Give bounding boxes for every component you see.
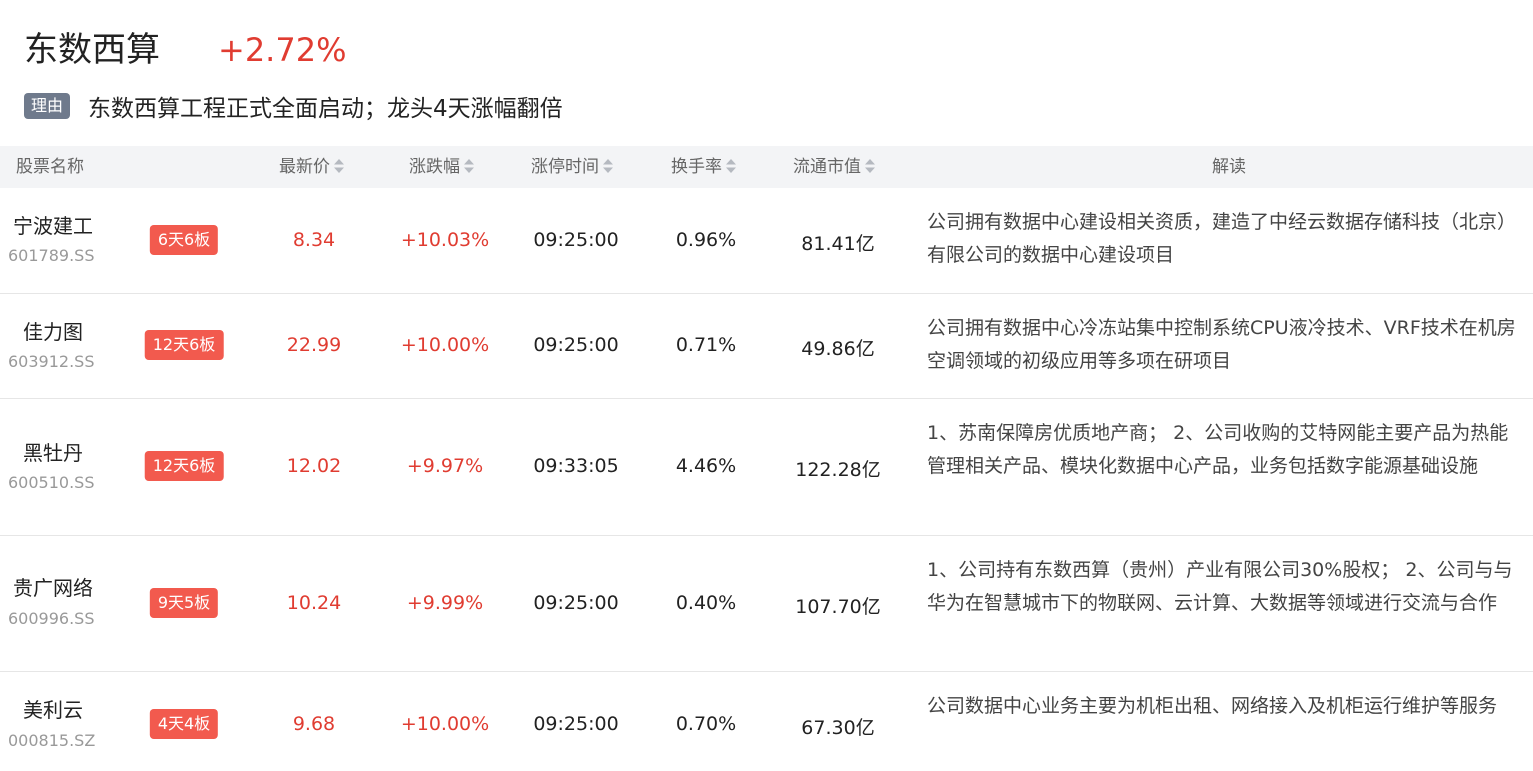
latest-price: 22.99 xyxy=(286,334,342,356)
stock-code: 000815.SZ xyxy=(8,731,96,750)
limit-up-badge: 4天4板 xyxy=(149,709,219,739)
latest-price: 12.02 xyxy=(286,455,342,477)
sector-name: 东数西算 xyxy=(24,30,160,70)
limit-up-badge: 6天6板 xyxy=(149,225,219,255)
limit-up-time: 09:25:00 xyxy=(533,229,619,251)
analysis-text: 1、苏南保障房优质地产商； 2、公司收购的艾特网能主要产品为热能管理相关产品、模… xyxy=(927,422,1509,477)
stock-code: 601789.SS xyxy=(8,246,95,265)
sort-icon[interactable] xyxy=(724,157,738,175)
limit-up-badge: 9天5板 xyxy=(149,588,219,618)
table-row[interactable]: 宁波建工 601789.SS 6天6板 8.34 +10.03% 09:25:0… xyxy=(0,188,1533,294)
column-header-market-cap[interactable]: 流通市值 xyxy=(793,146,877,188)
stock-name[interactable]: 佳力图 xyxy=(8,316,98,345)
stock-code: 600996.SS xyxy=(8,609,95,628)
turnover-rate: 0.71% xyxy=(675,334,737,356)
column-header-turnover[interactable]: 换手率 xyxy=(671,146,738,188)
sort-icon[interactable] xyxy=(332,157,346,175)
latest-price: 9.68 xyxy=(292,713,336,735)
turnover-rate: 0.96% xyxy=(675,229,737,251)
table-header: 股票名称 最新价 涨跌幅 涨停时间 换手率 流通市值 解读 xyxy=(0,146,1533,188)
market-cap: 81.41亿 xyxy=(801,233,875,255)
market-cap: 49.86亿 xyxy=(801,338,875,360)
table-row[interactable]: 美利云 000815.SZ 4天4板 9.68 +10.00% 09:25:00… xyxy=(0,672,1533,771)
reason-text: 东数西算工程正式全面启动；龙头4天涨幅翻倍 xyxy=(88,96,563,122)
stock-name[interactable]: 黑牡丹 xyxy=(8,437,98,466)
change-percent: +9.99% xyxy=(406,592,484,614)
sector-change: +2.72% xyxy=(218,31,347,69)
stock-name[interactable]: 贵广网络 xyxy=(8,572,98,601)
column-header-change[interactable]: 涨跌幅 xyxy=(409,146,476,188)
market-cap: 122.28亿 xyxy=(795,459,881,481)
market-cap: 67.30亿 xyxy=(801,717,875,739)
stock-code: 600510.SS xyxy=(8,473,95,492)
sort-icon[interactable] xyxy=(601,157,615,175)
column-header-price[interactable]: 最新价 xyxy=(279,146,346,188)
limit-up-badge: 12天6板 xyxy=(144,330,224,360)
limit-up-badge: 12天6板 xyxy=(144,451,224,481)
latest-price: 8.34 xyxy=(292,229,336,251)
change-percent: +9.97% xyxy=(406,455,484,477)
analysis-text: 1、公司持有东数西算（贵州）产业有限公司30%股权； 2、公司与与华为在智慧城市… xyxy=(927,559,1513,614)
column-header-name: 股票名称 xyxy=(16,157,84,177)
table-row[interactable]: 贵广网络 600996.SS 9天5板 10.24 +9.99% 09:25:0… xyxy=(0,536,1533,672)
sector-header: 东数西算 +2.72% xyxy=(24,26,346,74)
limit-up-time: 09:33:05 xyxy=(533,455,619,477)
stock-name[interactable]: 美利云 xyxy=(8,694,98,723)
reason-line: 理由 东数西算工程正式全面启动；龙头4天涨幅翻倍 xyxy=(24,86,563,126)
stock-name[interactable]: 宁波建工 xyxy=(8,210,98,239)
table-row[interactable]: 佳力图 603912.SS 12天6板 22.99 +10.00% 09:25:… xyxy=(0,294,1533,399)
latest-price: 10.24 xyxy=(286,592,342,614)
analysis-text: 公司拥有数据中心冷冻站集中控制系统CPU液冷技术、VRF技术在机房空调领域的初级… xyxy=(927,317,1516,372)
limit-up-time: 09:25:00 xyxy=(533,592,619,614)
change-percent: +10.03% xyxy=(400,229,490,251)
turnover-rate: 0.70% xyxy=(675,713,737,735)
table-row[interactable]: 黑牡丹 600510.SS 12天6板 12.02 +9.97% 09:33:0… xyxy=(0,399,1533,536)
limit-up-time: 09:25:00 xyxy=(533,334,619,356)
reason-tag: 理由 xyxy=(24,93,71,119)
column-header-limit-time[interactable]: 涨停时间 xyxy=(531,146,615,188)
analysis-text: 公司拥有数据中心建设相关资质，建造了中经云数据存储科技（北京）有限公司的数据中心… xyxy=(927,211,1517,266)
change-percent: +10.00% xyxy=(400,713,490,735)
change-percent: +10.00% xyxy=(400,334,490,356)
analysis-text: 公司数据中心业务主要为机柜出租、网络接入及机柜运行维护等服务 xyxy=(927,695,1498,717)
limit-up-time: 09:25:00 xyxy=(533,713,619,735)
market-cap: 107.70亿 xyxy=(795,596,881,618)
turnover-rate: 0.40% xyxy=(675,592,737,614)
column-header-analysis: 解读 xyxy=(1212,157,1246,177)
sort-icon[interactable] xyxy=(863,157,877,175)
sort-icon[interactable] xyxy=(462,157,476,175)
turnover-rate: 4.46% xyxy=(675,455,737,477)
stock-code: 603912.SS xyxy=(8,352,95,371)
